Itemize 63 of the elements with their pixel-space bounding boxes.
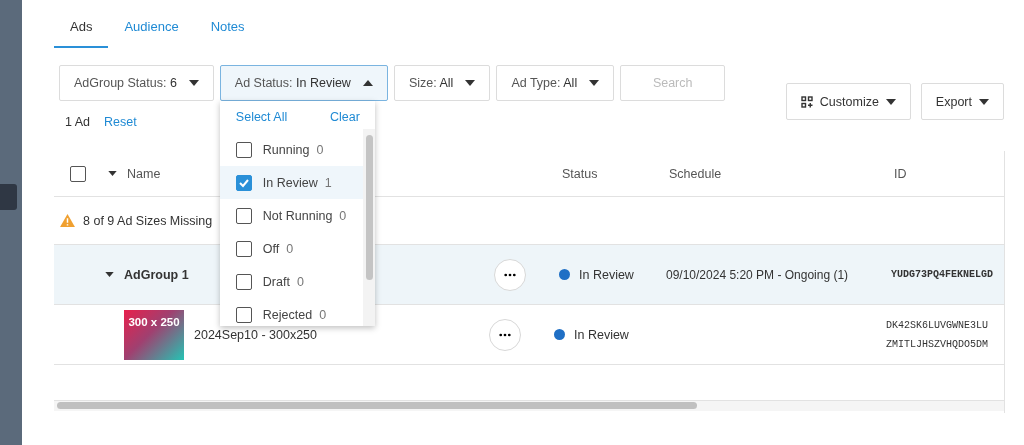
status-dot xyxy=(554,329,565,340)
status-text: In Review xyxy=(579,267,634,282)
checkbox[interactable] xyxy=(235,174,252,191)
option-count: 0 xyxy=(286,241,294,256)
group-name: AdGroup 1 xyxy=(124,267,189,282)
column-header: Name xyxy=(127,166,161,181)
warning-icon xyxy=(60,214,75,227)
id-text: DK42SK6LUVGWNE3LU xyxy=(886,319,990,331)
checkbox[interactable] xyxy=(235,240,252,257)
option-label: Not Running xyxy=(262,208,333,223)
search-field[interactable]: Search xyxy=(620,65,726,101)
checkbox[interactable] xyxy=(235,141,252,158)
status-dot xyxy=(559,269,570,280)
tab[interactable]: Notes xyxy=(194,19,261,48)
ellipsis-icon xyxy=(504,272,516,277)
caret-icon[interactable] xyxy=(108,171,117,176)
grid-plus-icon xyxy=(800,95,813,108)
result-count: 1 Ad xyxy=(65,115,91,129)
reset-link[interactable]: Reset xyxy=(104,115,137,129)
option-label: Running xyxy=(262,142,310,157)
status-text: In Review xyxy=(574,327,629,342)
caret-icon xyxy=(589,80,600,86)
customize-button[interactable]: Customize xyxy=(785,83,911,120)
filter-dropdown[interactable]: Ad Status: In Review xyxy=(219,65,388,101)
id-text: ZMITLJHSZVHQDO5DM xyxy=(886,338,990,350)
checkbox[interactable] xyxy=(235,273,252,290)
column-header: Status xyxy=(562,166,598,181)
tab[interactable]: Audience xyxy=(108,19,195,48)
checkbox[interactable] xyxy=(70,165,86,182)
option-label: In Review xyxy=(262,175,318,190)
export-button[interactable]: Export xyxy=(920,83,1004,120)
select-all-link[interactable]: Select All xyxy=(235,110,288,133)
ellipsis-icon xyxy=(499,332,511,337)
caret-icon xyxy=(885,98,896,105)
caret-icon xyxy=(465,80,476,86)
thumbnail-label: 300 x 250 xyxy=(128,315,180,330)
option-count: 0 xyxy=(319,307,327,322)
schedule-text: 09/10/2024 5:20 PM - Ongoing (1) xyxy=(666,267,849,282)
option-label: Draft xyxy=(262,274,290,289)
option-count: 0 xyxy=(296,274,304,289)
filter-dropdown[interactable]: AdGroup Status: 6 xyxy=(59,65,214,101)
clear-link[interactable]: Clear xyxy=(329,110,360,133)
column-header: Schedule xyxy=(669,166,722,181)
caret-icon xyxy=(979,98,989,105)
option-count: 0 xyxy=(316,142,324,157)
scrollbar[interactable] xyxy=(362,129,375,326)
tab[interactable]: Ads xyxy=(54,19,109,48)
filter-dropdown[interactable]: Ad Type: All xyxy=(496,65,615,101)
ad-name: 2024Sep10 - 300x250 xyxy=(194,327,318,342)
option-count: 0 xyxy=(339,208,347,223)
column-header: ID xyxy=(894,166,907,181)
caret-icon[interactable] xyxy=(105,272,114,277)
caret-icon xyxy=(188,80,199,86)
option-label: Off xyxy=(262,241,280,256)
option-count: 1 xyxy=(324,175,332,190)
id-text: YUDG73PQ4FEKNELGD xyxy=(891,269,995,280)
warning-text: 8 of 9 Ad Sizes Missing xyxy=(83,213,213,228)
horizontal-scrollbar[interactable] xyxy=(54,400,1004,411)
option-label: Rejected xyxy=(262,307,313,322)
checkbox[interactable] xyxy=(235,207,252,224)
checkbox[interactable] xyxy=(235,306,252,323)
caret-icon xyxy=(362,80,373,86)
filter-dropdown[interactable]: Size: All xyxy=(393,65,491,101)
